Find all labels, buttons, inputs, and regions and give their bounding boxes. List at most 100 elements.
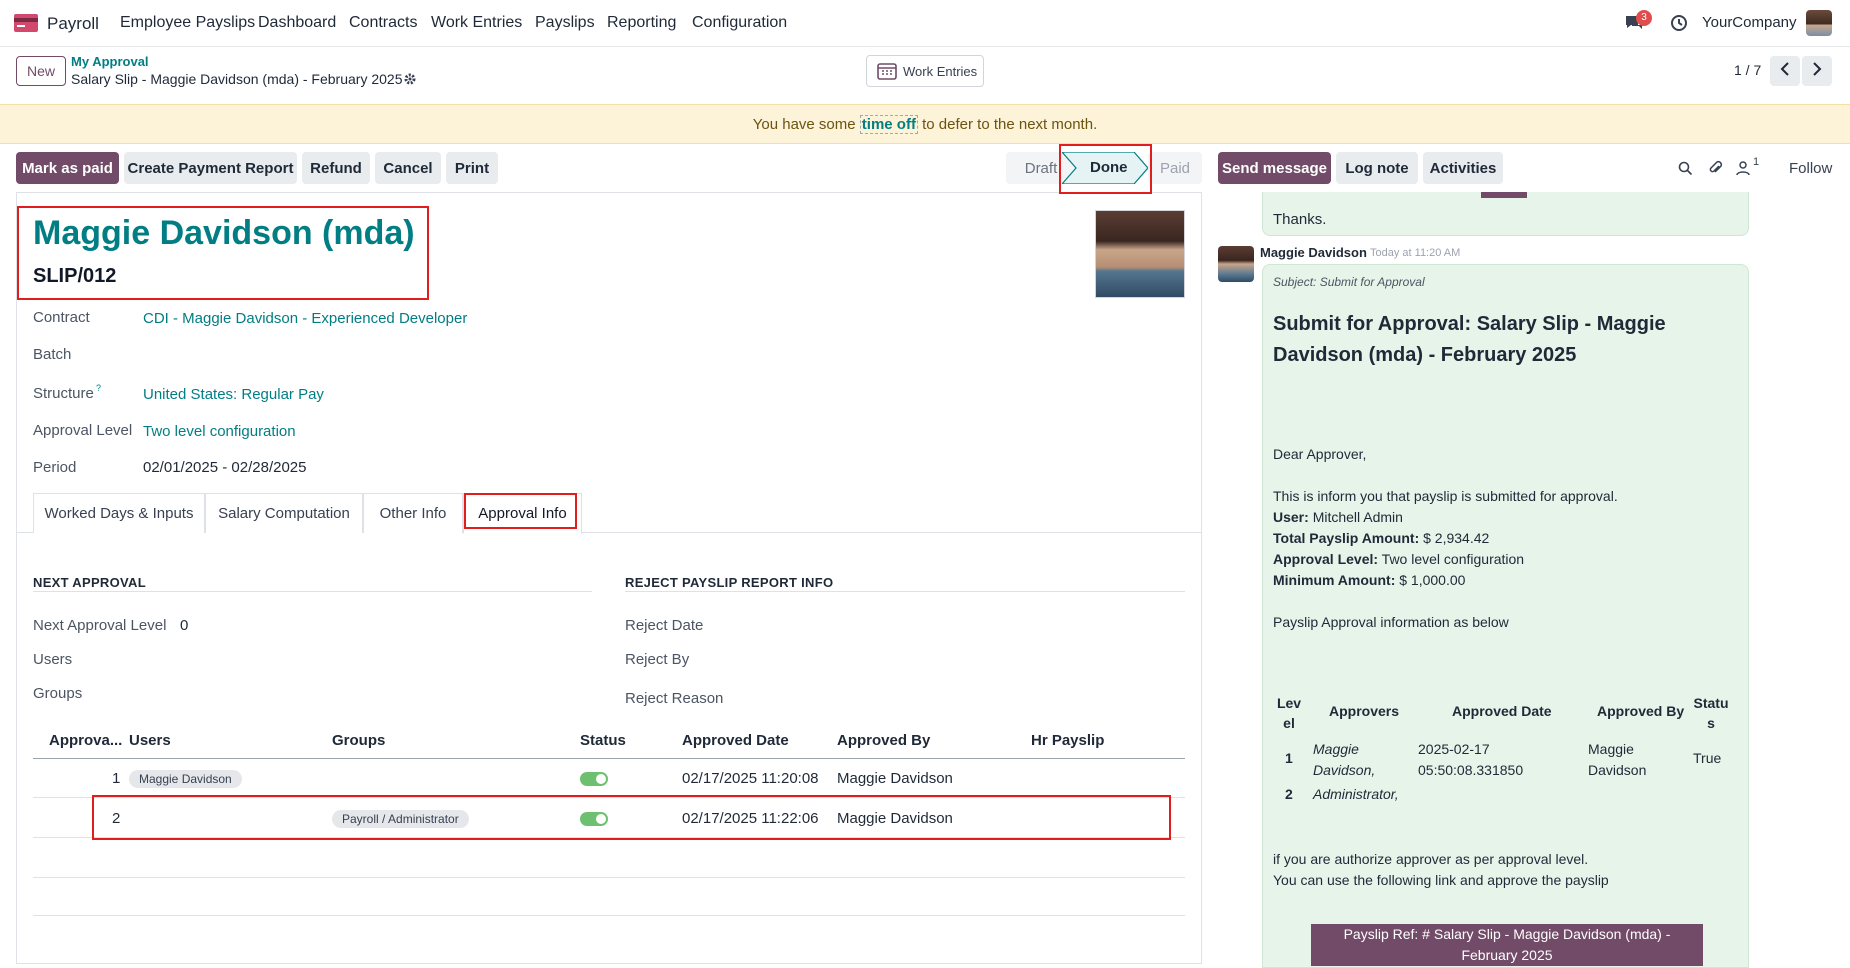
row1-status-toggle[interactable] — [580, 772, 608, 786]
tab-worked-days[interactable]: Worked Days & Inputs — [33, 493, 205, 533]
search-icon[interactable] — [1678, 161, 1693, 181]
message-time: Today at 11:20 AM — [1370, 247, 1461, 259]
menu-configuration[interactable]: Configuration — [692, 14, 787, 32]
pager-next-button[interactable] — [1802, 56, 1832, 86]
min-key: Minimum Amount: — [1273, 572, 1396, 588]
user-avatar[interactable] — [1806, 10, 1832, 36]
approval-level-value[interactable]: Two level configuration — [143, 423, 296, 440]
mini-row1-approvers: Maggie Davidson, — [1313, 741, 1376, 778]
row2-approved-by: Maggie Davidson — [837, 810, 953, 827]
pager-value[interactable]: 1 / 7 — [1734, 62, 1761, 78]
work-entries-button[interactable]: Work Entries — [866, 55, 984, 87]
menu-dashboard[interactable]: Dashboard — [258, 14, 336, 32]
chatter-prev-message: Thanks. — [1262, 192, 1749, 236]
menu-contracts[interactable]: Contracts — [349, 14, 417, 32]
row1-level: 1 — [112, 770, 121, 787]
chat-badge: 3 — [1636, 10, 1652, 26]
paperclip-icon[interactable] — [1708, 160, 1723, 182]
mini-col-approvers: Approvers — [1329, 703, 1400, 719]
message-amount-line: Total Payslip Amount: $ 2,934.42 — [1273, 530, 1489, 546]
row1-approved-by: Maggie Davidson — [837, 770, 953, 787]
employee-photo[interactable] — [1095, 210, 1185, 298]
col-approved-date[interactable]: Approved Date — [682, 732, 789, 749]
mini-row2-approvers: Administrator, — [1313, 786, 1399, 802]
employee-name[interactable]: Maggie Davidson (mda) — [33, 214, 415, 253]
user-value: Mitchell Admin — [1312, 509, 1403, 525]
users-label: Users — [33, 651, 73, 668]
row1-user-tag[interactable]: Maggie Davidson — [129, 770, 242, 788]
mark-as-paid-button[interactable]: Mark as paid — [16, 152, 119, 184]
alert-text-after: to defer to the next month. — [922, 116, 1098, 133]
col-approved-by[interactable]: Approved By — [837, 732, 930, 749]
row2-level: 2 — [112, 810, 121, 827]
col-users[interactable]: Users — [129, 732, 171, 749]
structure-label: Structure — [33, 385, 94, 402]
status-paid[interactable]: Paid — [1148, 152, 1202, 184]
message-user-line: User: Mitchell Admin — [1273, 509, 1403, 525]
contract-label: Contract — [33, 309, 90, 326]
company-switcher[interactable]: YourCompany — [1702, 14, 1797, 31]
mini-row1-date: 2025-02-17 05:50:08.331850 — [1418, 741, 1524, 778]
pager-prev-button[interactable] — [1770, 56, 1800, 86]
message-closing-1: if you are authorize approver as per app… — [1273, 851, 1589, 867]
new-button[interactable]: New — [16, 56, 66, 86]
form-sheet — [16, 192, 1202, 964]
col-groups[interactable]: Groups — [332, 732, 385, 749]
approval-level-label: Approval Level — [33, 422, 133, 439]
breadcrumb-current: Salary Slip - Maggie Davidson (mda) - Fe… — [71, 71, 403, 87]
reject-by-label: Reject By — [625, 651, 690, 668]
tab-approval-info[interactable]: Approval Info — [463, 493, 582, 534]
empty-row-divider — [33, 877, 1185, 878]
structure-value[interactable]: United States: Regular Pay — [143, 386, 324, 403]
contract-value[interactable]: CDI - Maggie Davidson - Experienced Deve… — [143, 310, 467, 327]
reject-reason-label: Reject Reason — [625, 690, 724, 707]
message-avatar[interactable] — [1218, 246, 1254, 282]
app-menu-icon[interactable] — [14, 14, 38, 32]
table-row[interactable] — [33, 798, 1185, 838]
message-heading: Submit for Approval: Salary Slip - Maggi… — [1273, 313, 1666, 366]
message-intro: This is inform you that payslip is submi… — [1273, 488, 1618, 504]
followers-icon[interactable] — [1736, 160, 1750, 181]
col-hr-payslip[interactable]: Hr Payslip — [1031, 732, 1104, 749]
empty-row-divider — [33, 915, 1185, 916]
tab-other-info[interactable]: Other Info — [363, 493, 463, 533]
alert-text-before: You have some — [752, 116, 856, 133]
groups-label: Groups — [33, 685, 83, 702]
send-message-button[interactable]: Send message — [1218, 152, 1331, 184]
log-note-button[interactable]: Log note — [1336, 152, 1418, 184]
cancel-button[interactable]: Cancel — [375, 152, 441, 184]
menu-reporting[interactable]: Reporting — [607, 14, 676, 32]
status-done-label: Done — [1090, 159, 1128, 176]
payslip-ref-button[interactable]: Payslip Ref: # Salary Slip - Maggie Davi… — [1311, 924, 1703, 966]
activities-button[interactable]: Activities — [1423, 152, 1503, 184]
follow-button[interactable]: Follow — [1789, 160, 1832, 177]
tab-salary-computation[interactable]: Salary Computation — [205, 493, 363, 533]
time-off-alert: You have some time off to defer to the n… — [0, 104, 1850, 144]
status-done[interactable]: Done — [1062, 152, 1148, 184]
menu-employee-payslips[interactable]: Employee Payslips — [120, 14, 255, 32]
time-off-link[interactable]: time off — [859, 115, 918, 134]
min-value: $ 1,000.00 — [1399, 572, 1466, 588]
refund-button[interactable]: Refund — [302, 152, 370, 184]
print-button[interactable]: Print — [446, 152, 498, 184]
col-status[interactable]: Status — [580, 732, 626, 749]
next-approval-title: NEXT APPROVAL — [33, 575, 146, 590]
create-payment-report-button[interactable]: Create Payment Report — [124, 152, 297, 184]
reject-info-title: REJECT PAYSLIP REPORT INFO — [625, 575, 834, 590]
col-approval-level[interactable]: Approva... — [49, 732, 122, 749]
gear-icon[interactable] — [403, 72, 417, 86]
menu-work-entries[interactable]: Work Entries — [431, 14, 522, 32]
message-subject: Subject: Submit for Approval — [1273, 275, 1425, 289]
app-name[interactable]: Payroll — [47, 14, 99, 34]
reject-date-label: Reject Date — [625, 617, 704, 634]
row2-status-toggle[interactable] — [580, 812, 608, 826]
clock-icon[interactable] — [1670, 14, 1688, 32]
slip-number[interactable]: SLIP/012 — [33, 265, 116, 288]
structure-help-icon[interactable]: ? — [96, 383, 101, 393]
message-level-line: Approval Level: Two level configuration — [1273, 551, 1524, 567]
message-author[interactable]: Maggie Davidson — [1260, 245, 1367, 260]
breadcrumb-parent[interactable]: My Approval — [71, 54, 149, 69]
row2-group-tag[interactable]: Payroll / Administrator — [332, 810, 469, 828]
menu-payslips[interactable]: Payslips — [535, 14, 595, 32]
row1-date: 02/17/2025 11:20:08 — [682, 770, 819, 787]
